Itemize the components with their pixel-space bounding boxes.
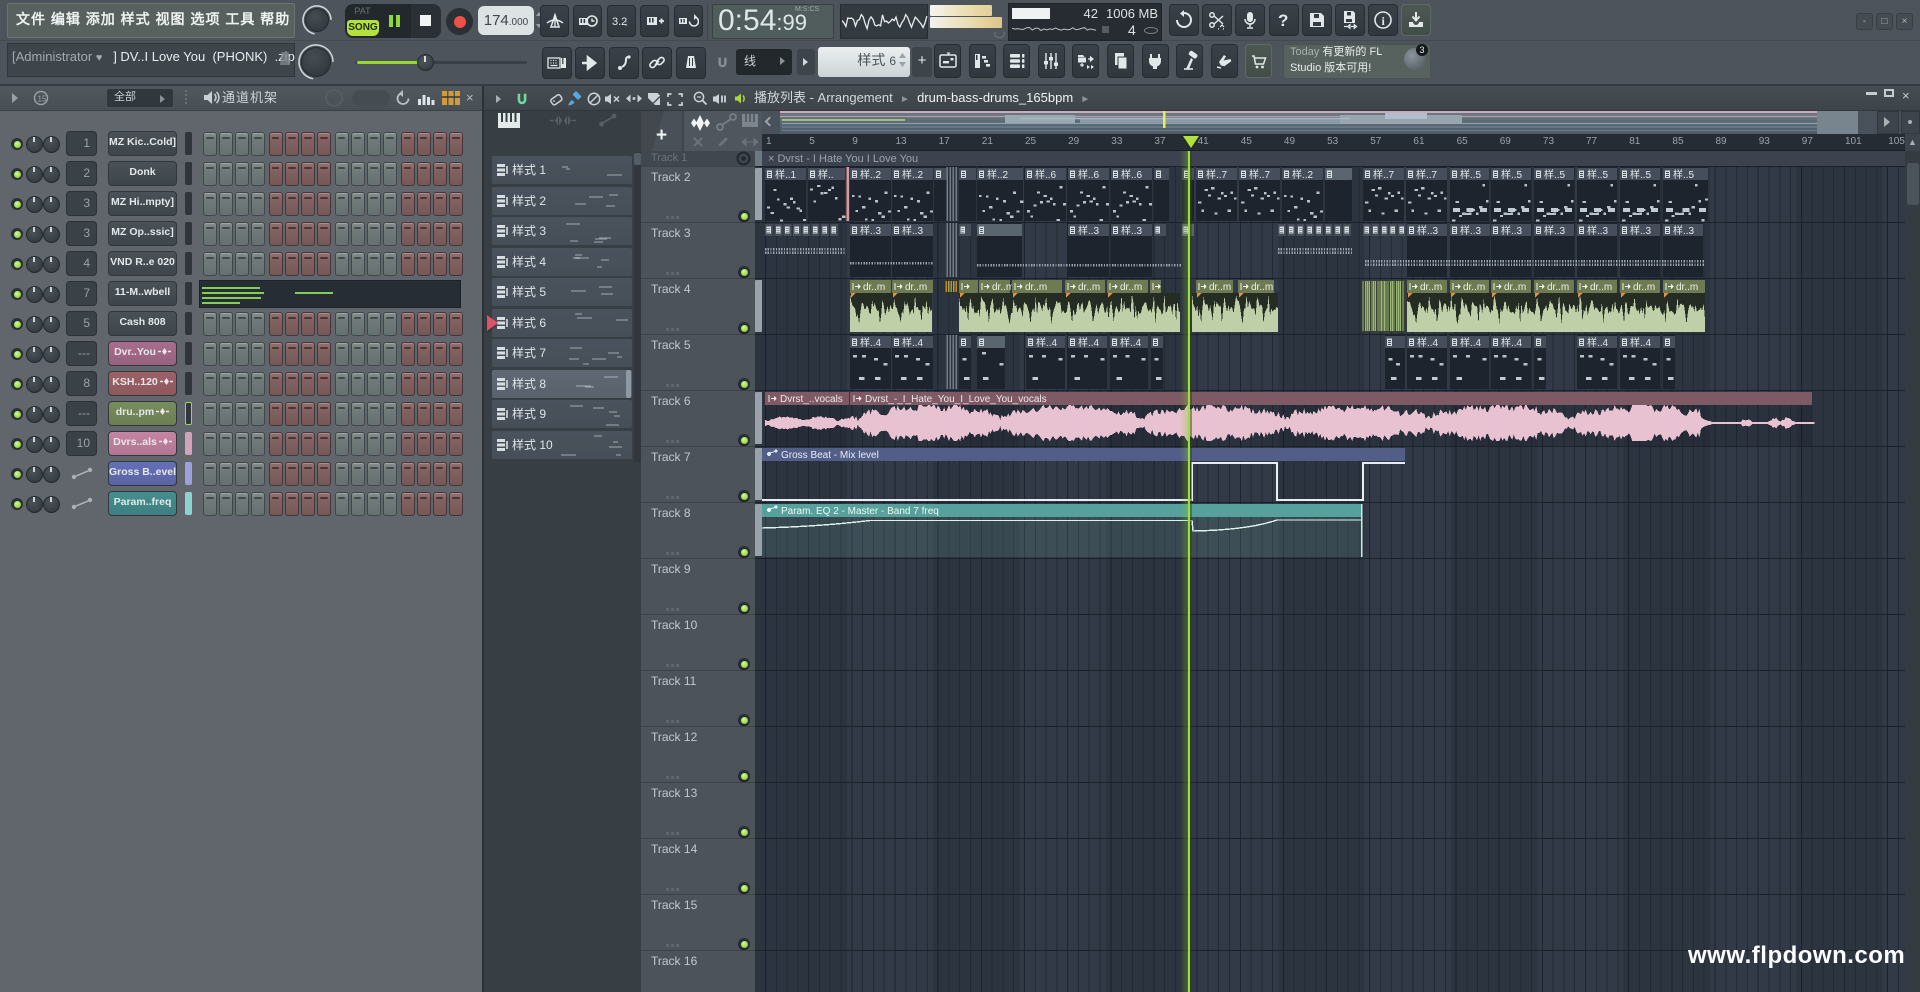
svg-text:dr..m: dr..m	[1676, 282, 1698, 293]
svg-text:样..4: 样..4	[902, 336, 924, 349]
svg-text:dr..m: dr..m	[1633, 282, 1655, 293]
svg-text:样..3: 样..3	[1501, 224, 1523, 237]
svg-text:15: 15	[38, 95, 47, 104]
svg-text:样..2: 样..2	[1292, 168, 1314, 181]
svg-text:样..3: 样..3	[1630, 224, 1652, 237]
svg-text:dr..m: dr..m	[1504, 282, 1526, 293]
svg-text:?: ?	[1278, 11, 1288, 30]
svg-text:dr..m: dr..m	[1590, 282, 1612, 293]
svg-text:样..: 样..	[818, 168, 834, 181]
svg-text:dr..m: dr..m	[1078, 282, 1100, 293]
svg-text:样..4: 样..4	[1501, 336, 1523, 349]
svg-text:样..4: 样..4	[1587, 336, 1609, 349]
svg-text:样..5: 样..5	[1501, 168, 1523, 181]
svg-text:样..7: 样..7	[1373, 168, 1395, 181]
svg-text:Gross Beat - Mix level: Gross Beat - Mix level	[781, 450, 879, 461]
svg-text:样..5: 样..5	[1460, 168, 1482, 181]
svg-text:样..6: 样..6	[1121, 168, 1143, 181]
svg-text::: :	[625, 19, 627, 28]
svg-text:dr..m: dr..m	[1209, 282, 1231, 293]
svg-text:样..3: 样..3	[1587, 224, 1609, 237]
svg-text:dr..m: dr..m	[1120, 282, 1142, 293]
svg-text:样..1: 样..1	[775, 168, 797, 181]
svg-text:样..7: 样..7	[1206, 168, 1228, 181]
svg-text:样..3: 样..3	[902, 224, 924, 237]
svg-text:dr..m: dr..m	[905, 282, 927, 293]
svg-text:样..4: 样..4	[1120, 336, 1142, 349]
svg-text:样..3: 样..3	[1121, 224, 1143, 237]
svg-text:dr..m: dr..m	[1463, 282, 1485, 293]
svg-text:样..3: 样..3	[1544, 224, 1566, 237]
svg-text:Param. EQ 2 - Master - Band 7: Param. EQ 2 - Master - Band 7 freq	[781, 506, 939, 517]
svg-text:dr..m: dr..m	[863, 282, 885, 293]
svg-text:dr..m: dr..m	[992, 282, 1014, 293]
svg-text:样..2: 样..2	[902, 168, 924, 181]
svg-text:样..5: 样..5	[1544, 168, 1566, 181]
svg-text:样..7: 样..7	[1416, 168, 1438, 181]
svg-text:样..4: 样..4	[860, 336, 882, 349]
svg-text:样..4: 样..4	[1417, 336, 1439, 349]
svg-text:样..7: 样..7	[1249, 168, 1271, 181]
svg-text:dr..m: dr..m	[1251, 282, 1273, 293]
svg-text:dr..m: dr..m	[1420, 282, 1442, 293]
svg-text:样..3: 样..3	[860, 224, 882, 237]
svg-text:dr..m: dr..m	[1547, 282, 1569, 293]
svg-text:样..4: 样..4	[1036, 336, 1058, 349]
svg-text:样..2: 样..2	[987, 168, 1009, 181]
svg-text:样..5: 样..5	[1630, 168, 1652, 181]
svg-text:× Dvrst - I Hate You I Love Yo: × Dvrst - I Hate You I Love You	[768, 153, 918, 165]
svg-text:样..2: 样..2	[860, 168, 882, 181]
svg-text:样..4: 样..4	[1630, 336, 1652, 349]
svg-text:样..6: 样..6	[1035, 168, 1057, 181]
svg-text:样..5: 样..5	[1587, 168, 1609, 181]
svg-text:样..5: 样..5	[1673, 168, 1695, 181]
svg-text:i: i	[1382, 14, 1386, 28]
svg-text:Dvrst_-_I_Hate_You_I_Love_You_: Dvrst_-_I_Hate_You_I_Love_You_vocals	[865, 394, 1047, 405]
svg-text:样..3: 样..3	[1460, 224, 1482, 237]
svg-text:Dvrst_..vocals: Dvrst_..vocals	[780, 394, 843, 405]
svg-text:样..3: 样..3	[1673, 224, 1695, 237]
svg-text:样..3: 样..3	[1078, 224, 1100, 237]
svg-text:样..4: 样..4	[1460, 336, 1482, 349]
svg-text:样..6: 样..6	[1078, 168, 1100, 181]
svg-text:样..3: 样..3	[1417, 224, 1439, 237]
svg-text:样..4: 样..4	[1078, 336, 1100, 349]
svg-text:dr..m: dr..m	[1025, 282, 1047, 293]
